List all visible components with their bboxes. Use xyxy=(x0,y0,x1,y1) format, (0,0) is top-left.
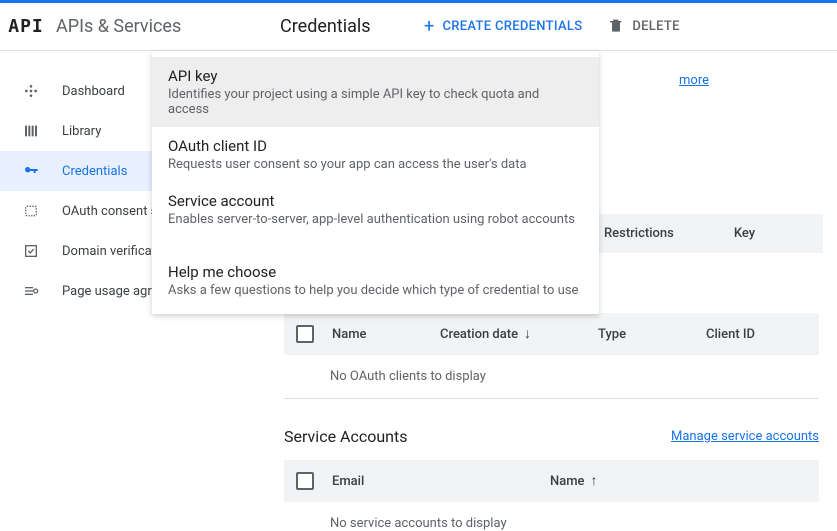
trash-icon xyxy=(608,17,624,37)
service-empty-row: No service accounts to display xyxy=(284,502,819,531)
col-restrictions[interactable]: Restrictions xyxy=(604,226,674,241)
service-table-header: Email Name↑ xyxy=(284,460,819,502)
col-creation-date[interactable]: Creation date↓ xyxy=(440,327,580,342)
service-accounts-table: Email Name↑ No service accounts to displ… xyxy=(284,460,819,531)
dashboard-icon xyxy=(22,83,40,99)
col-type[interactable]: Type xyxy=(598,327,688,342)
page-title: Credentials xyxy=(260,3,410,50)
col-name[interactable]: Name↑ xyxy=(550,474,640,489)
col-name[interactable]: Name xyxy=(332,327,422,342)
sort-desc-icon: ↓ xyxy=(524,327,531,341)
agreements-icon xyxy=(22,283,40,299)
top-bar: API APIs & Services Credentials + CREATE… xyxy=(0,3,837,51)
create-credentials-button[interactable]: + CREATE CREDENTIALS xyxy=(424,18,582,36)
service-select-all-checkbox[interactable] xyxy=(296,472,314,490)
service-section-header: Service Accounts Manage service accounts xyxy=(284,427,819,446)
col-key[interactable]: Key xyxy=(734,226,755,241)
dropdown-item-oauth-client[interactable]: OAuth client ID Requests user consent so… xyxy=(152,127,599,182)
create-credentials-dropdown: API key Identifies your project using a … xyxy=(152,51,599,314)
api-logo: API xyxy=(0,3,52,50)
service-accounts-title: Service Accounts xyxy=(284,427,407,446)
delete-button[interactable]: DELETE xyxy=(608,17,679,37)
sort-asc-icon: ↑ xyxy=(591,474,598,488)
key-icon xyxy=(22,163,40,179)
dropdown-item-service-account[interactable]: Service account Enables server-to-server… xyxy=(152,182,599,237)
manage-service-accounts-link[interactable]: Manage service accounts xyxy=(671,429,819,444)
dropdown-item-api-key[interactable]: API key Identifies your project using a … xyxy=(152,57,599,127)
dropdown-item-help-choose[interactable]: Help me choose Asks a few questions to h… xyxy=(152,253,599,308)
col-client-id[interactable]: Client ID xyxy=(706,327,786,342)
header-actions: + CREATE CREDENTIALS DELETE xyxy=(410,3,680,50)
oauth-table-header: Name Creation date↓ Type Client ID xyxy=(284,313,819,355)
learn-more-link-partial[interactable]: more xyxy=(679,73,709,88)
plus-icon: + xyxy=(424,18,435,36)
consent-icon xyxy=(22,203,40,219)
oauth-select-all-checkbox[interactable] xyxy=(296,325,314,343)
oauth-table: Name Creation date↓ Type Client ID No OA… xyxy=(284,313,819,399)
verification-icon xyxy=(22,243,40,259)
oauth-empty-row: No OAuth clients to display xyxy=(284,355,819,398)
product-title: APIs & Services xyxy=(52,3,260,50)
library-icon xyxy=(22,123,40,139)
col-email[interactable]: Email xyxy=(332,474,532,489)
